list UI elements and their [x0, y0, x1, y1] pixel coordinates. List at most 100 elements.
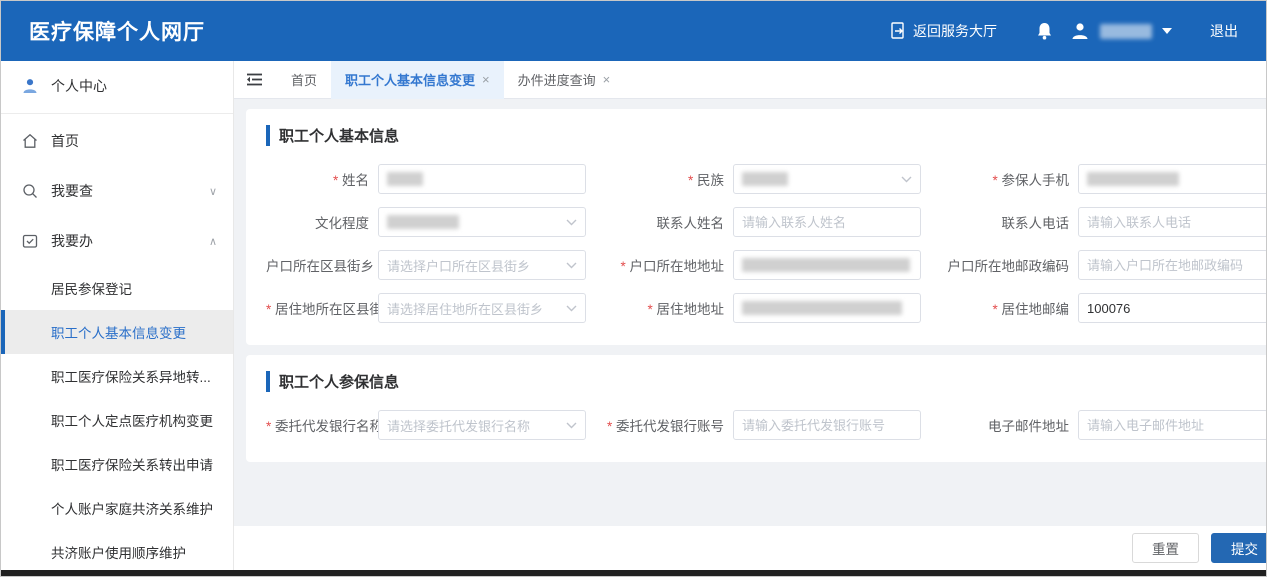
- tab-progress-query[interactable]: 办件进度查询 ×: [504, 61, 625, 99]
- field-bank-account: 委托代发银行账号: [588, 410, 926, 440]
- user-menu[interactable]: [1070, 21, 1172, 41]
- search-icon: [21, 182, 39, 200]
- sidebar-item-query[interactable]: 我要查 ∨: [1, 166, 233, 216]
- field-label: 委托代发银行名称: [266, 415, 378, 435]
- chevron-down-icon: ∨: [209, 185, 217, 198]
- tab-close-icon[interactable]: ×: [603, 72, 611, 87]
- field-bank-name: 委托代发银行名称 请选择委托代发银行名称: [266, 410, 588, 440]
- field-hukou-district: 户口所在区县街乡 请选择户口所在区县街乡: [266, 250, 588, 280]
- user-avatar-icon: [1070, 21, 1090, 41]
- select-chevron-icon: [566, 305, 577, 312]
- contact-name-input[interactable]: [733, 207, 921, 237]
- header-actions: 返回服务大厅 退出: [890, 21, 1238, 41]
- form-row: 文化程度 联系人姓名 联系人电话: [266, 207, 1267, 237]
- field-residence-postcode: 居住地邮编: [926, 293, 1267, 323]
- sidebar-item-personal-center[interactable]: 个人中心: [1, 61, 233, 111]
- field-label: 户口所在区县街乡: [266, 255, 378, 275]
- sidebar-item-home[interactable]: 首页: [1, 116, 233, 166]
- tab-bar: 首页 职工个人基本信息变更 × 办件进度查询 ×: [234, 61, 1267, 99]
- email-input[interactable]: [1078, 410, 1267, 440]
- field-label: 参保人手机: [926, 169, 1078, 189]
- document-exit-icon: [890, 22, 906, 40]
- tab-home[interactable]: 首页: [277, 61, 331, 99]
- sidebar-subitem-insurance-relation-transfer-out[interactable]: 职工医疗保险关系转出申请: [1, 442, 233, 486]
- field-hukou-address: 户口所在地地址: [588, 250, 926, 280]
- field-residence-district: 居住地所在区县街乡 请选择居住地所在区县街乡: [266, 293, 588, 323]
- education-level-select[interactable]: [378, 207, 586, 237]
- sidebar-subitem-mutual-account-order[interactable]: 共济账户使用顺序维护: [1, 530, 233, 570]
- window-bottom-edge: [1, 570, 1266, 576]
- field-email: 电子邮件地址: [926, 410, 1267, 440]
- sidebar-subitem-insurance-relation-transfer-remote[interactable]: 职工医疗保险关系异地转...: [1, 354, 233, 398]
- field-residence-address: 居住地地址: [588, 293, 926, 323]
- sidebar-subitem-designated-hospital-change[interactable]: 职工个人定点医疗机构变更: [1, 398, 233, 442]
- sidebar-item-handle[interactable]: 我要办 ∧: [1, 216, 233, 266]
- tab-close-icon[interactable]: ×: [482, 72, 490, 87]
- logout-button[interactable]: 退出: [1210, 21, 1238, 41]
- select-chevron-icon: [566, 422, 577, 429]
- select-placeholder: 请选择委托代发银行名称: [387, 416, 566, 435]
- field-label: 委托代发银行账号: [588, 415, 733, 435]
- residence-postcode-input[interactable]: [1078, 293, 1267, 323]
- submit-button[interactable]: 提交: [1211, 533, 1267, 563]
- field-label: 姓名: [266, 169, 378, 189]
- notifications-button[interactable]: [1035, 21, 1054, 41]
- masked-value: [387, 215, 459, 229]
- field-label: 电子邮件地址: [926, 415, 1078, 435]
- contact-phone-input[interactable]: [1078, 207, 1267, 237]
- sidebar-subitem-family-mutual-aid[interactable]: 个人账户家庭共济关系维护: [1, 486, 233, 530]
- chevron-up-icon: ∧: [209, 235, 217, 248]
- app-title: 医疗保障个人网厅: [29, 16, 205, 46]
- masked-value: [387, 172, 423, 186]
- field-label: 户口所在地邮政编码: [926, 255, 1078, 275]
- tab-employee-basic-info-change[interactable]: 职工个人基本信息变更 ×: [331, 61, 504, 99]
- reset-button[interactable]: 重置: [1132, 533, 1199, 563]
- app-window: 医疗保障个人网厅 返回服务大厅: [0, 0, 1267, 577]
- hukou-address-input[interactable]: [733, 250, 921, 280]
- field-label: 民族: [588, 169, 733, 189]
- form-row: 户口所在区县街乡 请选择户口所在区县街乡 户口所在地地址 户口所在地邮政编码: [266, 250, 1267, 280]
- field-label: 户口所在地地址: [588, 255, 733, 275]
- sidebar-subitem-resident-registration[interactable]: 居民参保登记: [1, 266, 233, 310]
- insured-phone-input[interactable]: [1078, 164, 1267, 194]
- menu-fold-icon[interactable]: [246, 72, 263, 87]
- home-icon: [21, 132, 39, 150]
- select-placeholder: 请选择居住地所在区县街乡: [387, 299, 566, 318]
- sidebar-item-label: 我要办: [51, 231, 209, 251]
- section-title: 职工个人基本信息: [266, 125, 1267, 146]
- field-label: 联系人姓名: [588, 212, 733, 232]
- sidebar-divider: [1, 113, 233, 114]
- section-basic-info: 职工个人基本信息 姓名 民族: [246, 109, 1267, 345]
- section-insurance-info: 职工个人参保信息 委托代发银行名称 请选择委托代发银行名称 委托代发银行账号: [246, 355, 1267, 462]
- user-name-masked: [1100, 24, 1152, 39]
- masked-value: [742, 258, 910, 272]
- masked-value: [742, 301, 902, 315]
- field-insured-phone: 参保人手机: [926, 164, 1267, 194]
- field-hukou-postcode: 户口所在地邮政编码: [926, 250, 1267, 280]
- sidebar-subitem-employee-basic-info-change[interactable]: 职工个人基本信息变更: [1, 310, 233, 354]
- bell-icon: [1035, 21, 1054, 41]
- hukou-district-select[interactable]: 请选择户口所在区县街乡: [378, 250, 586, 280]
- form-row: 姓名 民族 参保人手机: [266, 164, 1267, 194]
- main-area: 首页 职工个人基本信息变更 × 办件进度查询 × 职工个人基本信息: [234, 61, 1267, 570]
- tab-label: 首页: [291, 70, 317, 89]
- select-placeholder: 请选择户口所在区县街乡: [387, 256, 566, 275]
- select-chevron-icon: [901, 176, 912, 183]
- tab-label: 办件进度查询: [518, 70, 596, 89]
- return-hall-button[interactable]: 返回服务大厅: [890, 21, 997, 41]
- name-input[interactable]: [378, 164, 586, 194]
- masked-value: [742, 172, 788, 186]
- residence-address-input[interactable]: [733, 293, 921, 323]
- hukou-postcode-input[interactable]: [1078, 250, 1267, 280]
- bank-name-select[interactable]: 请选择委托代发银行名称: [378, 410, 586, 440]
- residence-district-select[interactable]: 请选择居住地所在区县街乡: [378, 293, 586, 323]
- return-hall-label: 返回服务大厅: [913, 21, 997, 41]
- bank-account-input[interactable]: [733, 410, 921, 440]
- field-label: 文化程度: [266, 212, 378, 232]
- tab-label: 职工个人基本信息变更: [345, 70, 475, 89]
- sidebar-item-label: 我要查: [51, 181, 209, 201]
- app-header: 医疗保障个人网厅 返回服务大厅: [1, 1, 1266, 61]
- ethnicity-select[interactable]: [733, 164, 921, 194]
- field-education-level: 文化程度: [266, 207, 588, 237]
- select-chevron-icon: [566, 262, 577, 269]
